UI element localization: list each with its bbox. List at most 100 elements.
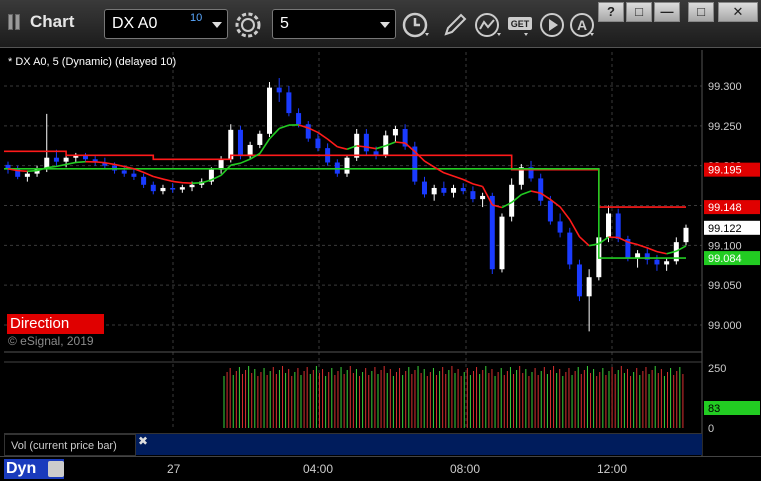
candles	[5, 78, 689, 332]
volume-tick-label: 0	[708, 423, 714, 435]
time-axis-bar	[0, 456, 761, 481]
candle-body	[421, 181, 427, 195]
candle-body	[654, 259, 660, 265]
clock-icon[interactable]	[401, 10, 431, 40]
candle-body	[576, 264, 582, 297]
price-tick-label: 99.050	[708, 280, 742, 292]
time-label-4: 12:00	[597, 462, 628, 476]
interval-dropdown-icon[interactable]	[380, 22, 390, 28]
candle-body	[276, 87, 282, 93]
lock-icon[interactable]	[48, 461, 64, 477]
candle-body	[373, 151, 379, 155]
candle-body	[141, 176, 147, 185]
app-title: Chart	[30, 12, 75, 31]
green-line	[4, 168, 686, 259]
pencil-icon[interactable]	[440, 10, 470, 40]
direction-label: Direction	[7, 314, 104, 334]
maximize-icon[interactable]: □	[688, 2, 714, 22]
candle-body	[296, 113, 302, 125]
help-icon[interactable]: ?	[598, 2, 624, 22]
svg-text:GET: GET	[511, 19, 530, 29]
candle-body	[315, 138, 321, 149]
candle-body	[121, 170, 127, 174]
time-label-2: 04:00	[303, 462, 334, 476]
candle-body	[499, 216, 505, 270]
candle-body	[615, 213, 621, 239]
price-tick-label: 99.300	[708, 81, 742, 93]
candle-body	[305, 124, 311, 139]
price-tick-label: 99.000	[708, 320, 742, 332]
candle-body	[606, 213, 612, 238]
volume-tick-label: 250	[708, 363, 726, 375]
gear-icon[interactable]	[233, 10, 263, 40]
candle-body	[257, 133, 263, 145]
candle-body	[24, 173, 30, 177]
volume-panel-label: Vol (current price bar)	[4, 434, 136, 456]
candle-body	[557, 221, 563, 233]
candle-body	[267, 87, 273, 134]
alert-icon[interactable]: A	[568, 10, 598, 40]
interval-value: 5	[280, 15, 289, 32]
candle-body	[63, 157, 69, 162]
candle-body	[480, 195, 486, 200]
candle-body	[53, 157, 59, 162]
candle-body	[567, 232, 573, 265]
candle-body	[538, 178, 544, 201]
candle-body	[237, 129, 243, 157]
play-icon[interactable]	[538, 10, 568, 40]
price-badge-text: 99.122	[708, 223, 742, 235]
volume-badge-text: 83	[708, 403, 720, 415]
chart-app-icon	[8, 14, 22, 30]
candle-body	[189, 184, 195, 188]
candle-body	[664, 261, 670, 265]
candle-body	[344, 157, 350, 174]
candle-body	[586, 277, 592, 297]
close-icon[interactable]: ✕	[718, 2, 758, 22]
candle-body	[683, 227, 689, 243]
candle-body	[286, 92, 292, 114]
restore-icon[interactable]: □	[626, 2, 652, 22]
candle-body	[451, 187, 457, 193]
symbol-value: DX A0	[112, 15, 158, 32]
dynamic-mode-label: Dyn	[6, 460, 37, 477]
candle-body	[547, 200, 553, 222]
delay-badge: 10	[190, 12, 203, 24]
candle-body	[44, 157, 50, 169]
price-tick-label: 99.100	[708, 240, 742, 252]
candle-body	[247, 144, 253, 157]
symbol-dropdown-icon[interactable]	[212, 22, 222, 28]
volume-panel-header: Vol (current price bar) ✖	[4, 433, 702, 456]
price-badge-text: 99.084	[708, 253, 742, 265]
candle-body	[363, 133, 369, 152]
price-badge-text: 99.148	[708, 202, 742, 214]
candle-body	[170, 187, 176, 190]
price-tick-label: 99.250	[708, 121, 742, 133]
minimize-icon[interactable]: —	[654, 2, 680, 22]
candle-body	[460, 187, 466, 192]
candle-body	[150, 184, 156, 192]
price-badge-text: 99.195	[708, 165, 742, 177]
get-icon[interactable]: GET	[506, 10, 536, 40]
candle-body	[489, 195, 495, 270]
time-label-3: 08:00	[450, 462, 481, 476]
chart-title: * DX A0, 5 (Dynamic) (delayed 10)	[8, 56, 177, 68]
close-panel-icon[interactable]: ✖	[138, 434, 148, 448]
time-label-1: 27	[167, 462, 181, 476]
svg-text:A: A	[577, 17, 587, 33]
candle-body	[179, 187, 185, 190]
dynamic-mode-button[interactable]: Dyn	[4, 459, 64, 479]
candle-body	[470, 191, 476, 200]
candle-body	[441, 187, 447, 193]
volume-axis: 250 0 83	[704, 363, 760, 435]
candle-body	[160, 187, 166, 192]
volume-bars	[223, 366, 684, 428]
interval-input[interactable]: 5	[272, 9, 396, 39]
candle-body	[431, 187, 437, 195]
candle-body	[392, 129, 398, 136]
toolbar: Chart DX A0 10 5 GET A ? □ — □ ✕	[0, 0, 761, 48]
study-icon[interactable]	[473, 10, 503, 40]
esignal-watermark: © eSignal, 2019	[8, 334, 94, 348]
symbol-input[interactable]: DX A0 10	[104, 9, 228, 39]
price-chart[interactable]: 99.30099.25099.20099.15099.10099.05099.0…	[0, 48, 761, 481]
candle-body	[131, 173, 137, 177]
